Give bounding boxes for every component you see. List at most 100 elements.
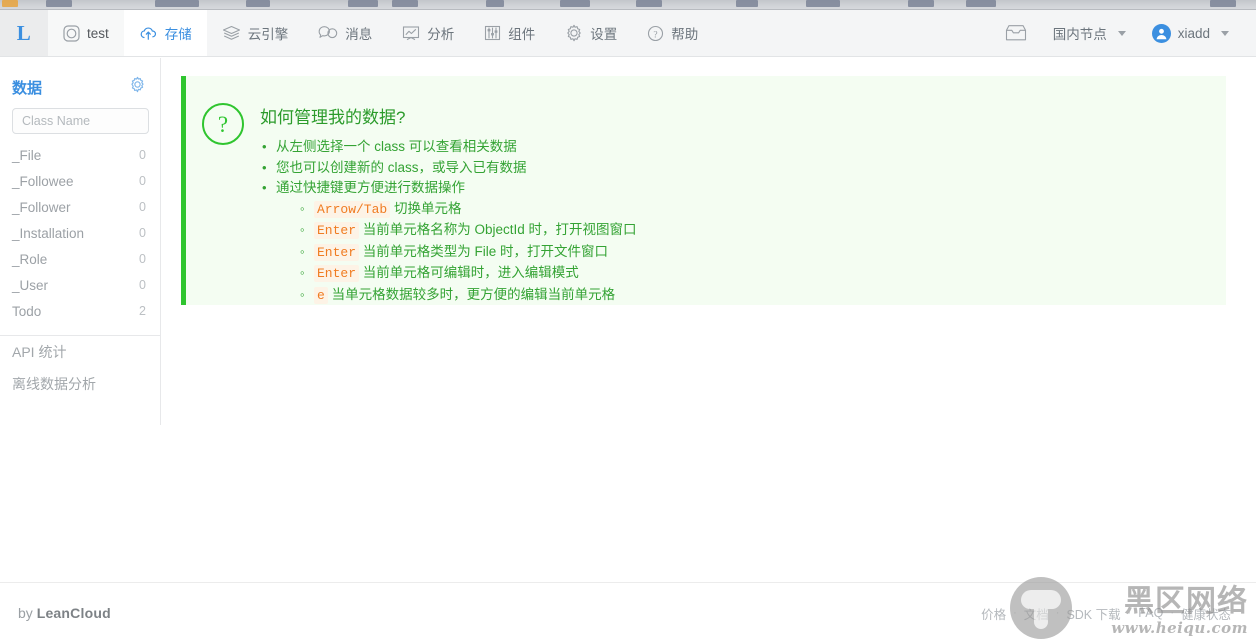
footer-link-faq[interactable]: FAQ <box>1131 606 1170 620</box>
footer-brand-prefix: by <box>18 605 37 621</box>
nav-item-storage[interactable]: 存储 <box>123 10 207 56</box>
sidebar-item-api-stats[interactable]: API 统计 <box>0 336 160 368</box>
bookmark-item <box>908 0 934 7</box>
shortcut-item: Enter 当前单元格名称为 ObjectId 时，打开视图窗口 <box>298 220 637 242</box>
shortcut-key: Enter <box>314 265 360 282</box>
class-count: 0 <box>139 148 146 162</box>
nav-item-messages[interactable]: 消息 <box>303 10 387 56</box>
app-circle-icon <box>63 24 80 42</box>
footer-link-health-status[interactable]: 健康状态 <box>1174 604 1238 623</box>
shortcut-desc: 切换单元格 <box>393 200 462 216</box>
callout-bullet-list: 从左侧选择一个 class 可以查看相关数据 您也可以创建新的 class，或导… <box>260 137 637 306</box>
question-mark-icon: ? <box>202 103 244 145</box>
class-name: _Follower <box>12 199 71 215</box>
nav-label: 设置 <box>590 27 618 42</box>
cloud-upload-icon <box>139 25 158 41</box>
bookmark-item <box>1210 0 1236 7</box>
logo-letter: L <box>16 20 32 45</box>
shortcut-desc: 当前单元格类型为 File 时，打开文件窗口 <box>362 243 609 259</box>
footer-link-docs[interactable]: 文档 <box>1017 604 1056 623</box>
class-list-item[interactable]: _File 0 <box>0 142 160 168</box>
bookmark-item <box>155 0 199 7</box>
class-count: 0 <box>139 252 146 266</box>
gear-icon <box>565 24 583 42</box>
footer-link-sdk-download[interactable]: SDK 下载 <box>1059 604 1127 623</box>
bookmark-item <box>486 0 504 7</box>
nav-label: 消息 <box>345 27 373 42</box>
bookmark-item <box>736 0 758 7</box>
class-list-item[interactable]: _Installation 0 <box>0 220 160 246</box>
shortcut-desc: 当单元格数据较多时，更方便的编辑当前单元格 <box>331 286 616 302</box>
shortcut-key: Arrow/Tab <box>314 200 391 218</box>
region-selector[interactable]: 国内节点 <box>1040 23 1139 43</box>
bookmark-item <box>392 0 418 7</box>
nav-item-help[interactable]: ? 帮助 <box>632 10 713 56</box>
bookmark-item <box>560 0 590 7</box>
class-list-item[interactable]: Todo 2 <box>0 298 160 324</box>
nav-label: 帮助 <box>671 27 699 42</box>
shortcut-item: Enter 当前单元格类型为 File 时，打开文件窗口 <box>298 242 637 264</box>
avatar <box>1151 23 1171 43</box>
shortcut-desc: 当前单元格可编辑时，进入编辑模式 <box>362 265 579 280</box>
nav-label: 分析 <box>427 27 455 42</box>
nav-item-components[interactable]: 组件 <box>469 10 550 56</box>
footer-link-pricing[interactable]: 价格 <box>974 604 1013 623</box>
nav-item-cloud-engine[interactable]: 云引擎 <box>207 10 304 56</box>
footer-links: 价格 · 文档 · SDK 下载 · FAQ · 健康状态 <box>974 604 1238 623</box>
class-count: 0 <box>139 200 146 214</box>
chart-board-icon <box>402 25 420 41</box>
nav-label: 组件 <box>508 27 536 42</box>
sidebar: 数据 _File 0 _Followee 0 _Follower 0 _Inst… <box>0 58 161 425</box>
callout-bullet-text: 通过快捷键更方便进行数据操作 <box>276 180 465 195</box>
user-name: xiadd <box>1177 25 1210 41</box>
sidebar-header: 数据 <box>0 58 160 106</box>
callout-bullet: 从左侧选择一个 class 可以查看相关数据 <box>260 137 637 158</box>
bookmark-item <box>348 0 378 7</box>
callout-body: 如何管理我的数据? 从左侧选择一个 class 可以查看相关数据 您也可以创建新… <box>260 92 637 305</box>
callout-icon-wrap: ? <box>186 92 260 305</box>
class-count: 2 <box>139 304 146 318</box>
chat-bubbles-icon <box>318 25 338 41</box>
class-list-item[interactable]: _Follower 0 <box>0 194 160 220</box>
class-name: _User <box>12 277 49 293</box>
class-count: 0 <box>139 174 146 188</box>
gear-icon[interactable] <box>129 76 146 98</box>
shortcut-key: e <box>314 286 328 304</box>
nav-item-analytics[interactable]: 分析 <box>387 10 469 56</box>
nav-item-inbox[interactable] <box>992 24 1040 42</box>
class-name: _Followee <box>12 173 74 189</box>
nav-item-settings[interactable]: 设置 <box>550 10 632 56</box>
class-count: 0 <box>139 226 146 240</box>
bookmark-item <box>246 0 270 7</box>
leancloud-logo[interactable]: L <box>0 10 48 56</box>
callout-bullet: 通过快捷键更方便进行数据操作 Arrow/Tab 切换单元格 Enter 当前单… <box>260 178 637 306</box>
sidebar-item-offline-analysis[interactable]: 离线数据分析 <box>0 368 160 400</box>
bookmark-item <box>636 0 662 7</box>
chevron-down-icon <box>1117 30 1126 36</box>
class-name: _Role <box>12 251 48 267</box>
inbox-icon <box>1005 24 1027 42</box>
question-circle-icon: ? <box>647 25 664 42</box>
nav-label: 云引擎 <box>247 27 289 42</box>
nav-right-group: 国内节点 xiadd <box>992 10 1256 56</box>
help-callout-panel: ? 如何管理我的数据? 从左侧选择一个 class 可以查看相关数据 您也可以创… <box>181 76 1226 305</box>
shortcut-list: Arrow/Tab 切换单元格 Enter 当前单元格名称为 ObjectId … <box>276 199 637 307</box>
sidebar-item-label: API 统计 <box>12 344 67 360</box>
top-navigation-bar: L test 存储 云引擎 消息 分析 组件 设置 ? 帮助 国内节点 xiad… <box>0 10 1256 57</box>
chevron-down-icon <box>1221 30 1229 36</box>
callout-bullet: 您也可以创建新的 class，或导入已有数据 <box>260 158 637 179</box>
sliders-icon <box>484 25 501 41</box>
shortcut-item: Arrow/Tab 切换单元格 <box>298 199 637 221</box>
class-name: Todo <box>12 303 42 319</box>
class-list-item[interactable]: _Followee 0 <box>0 168 160 194</box>
class-list-item[interactable]: _User 0 <box>0 272 160 298</box>
page-footer: by LeanCloud 价格 · 文档 · SDK 下载 · FAQ · 健康… <box>0 582 1256 643</box>
svg-text:?: ? <box>654 30 658 40</box>
search-input[interactable] <box>12 108 149 134</box>
user-menu[interactable]: xiadd <box>1139 23 1242 43</box>
class-list-item[interactable]: _Role 0 <box>0 246 160 272</box>
nav-item-app-test[interactable]: test <box>48 10 124 56</box>
footer-brand: by LeanCloud <box>18 605 111 621</box>
nav-label: test <box>87 25 109 41</box>
